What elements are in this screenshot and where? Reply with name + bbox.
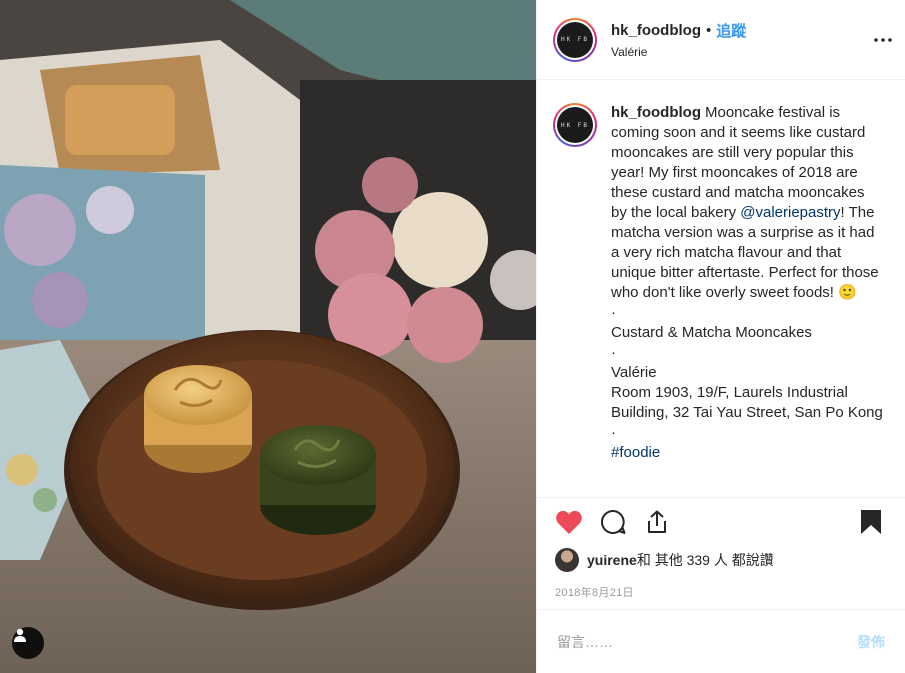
author-avatar[interactable]: HK FB	[553, 17, 597, 62]
user-tag-icon	[14, 628, 26, 642]
caption-line: ·	[611, 344, 616, 361]
post-photo[interactable]	[0, 0, 536, 673]
more-options-icon	[874, 38, 892, 42]
likes-summary[interactable]: yuirene 和 其他 339 人 都說讚	[555, 548, 774, 572]
caption-author-avatar-image: HK FB	[557, 107, 593, 143]
caption-username[interactable]: hk_foodblog	[611, 104, 701, 121]
share-icon	[648, 510, 666, 533]
bookmark-icon	[861, 509, 881, 534]
post-comment-button[interactable]: 發佈	[857, 632, 885, 652]
comment-box: 發佈	[537, 609, 905, 673]
like-button[interactable]	[553, 506, 585, 538]
post-side-panel: HK FB hk_foodblog • 追蹤 Valérie HK FB hk_…	[536, 0, 905, 673]
author-avatar-image: HK FB	[557, 21, 593, 58]
caption-line: Room 1903, 19/F, Laurels Industrial Buil…	[611, 384, 883, 421]
caption-text: hk_foodblog Mooncake festival is coming s…	[611, 103, 883, 496]
caption-line: ·	[611, 424, 616, 441]
caption-line: Custard & Matcha Mooncakes	[611, 324, 812, 341]
post-date: 2018年8月21日	[555, 587, 634, 599]
follow-button[interactable]: 追蹤	[716, 20, 746, 41]
caption-author-avatar[interactable]: HK FB	[553, 103, 597, 147]
caption-scroll-area[interactable]: HK FB hk_foodblog Mooncake festival is co…	[537, 81, 905, 496]
separator-dot: •	[706, 22, 712, 39]
author-username[interactable]: hk_foodblog	[611, 22, 701, 39]
user-tag-button[interactable]	[12, 627, 44, 659]
share-button[interactable]	[641, 506, 673, 538]
comment-icon	[601, 509, 626, 534]
caption-hashtag[interactable]: #foodie	[611, 443, 883, 463]
likes-count-text: 和 其他 339 人 都說讚	[636, 552, 774, 568]
mooncake-photo-illustration	[0, 0, 536, 673]
comment-input[interactable]	[557, 633, 857, 650]
header-text: hk_foodblog • 追蹤 Valérie	[611, 20, 746, 59]
comment-button[interactable]	[597, 506, 629, 538]
post-actions	[537, 497, 905, 545]
liker-username[interactable]: yuirene	[587, 552, 637, 568]
save-button[interactable]	[855, 506, 887, 538]
caption-line: Valérie	[611, 364, 657, 381]
caption-line: ·	[611, 304, 616, 321]
post-header: HK FB hk_foodblog • 追蹤 Valérie	[537, 0, 905, 80]
more-options-button[interactable]	[873, 30, 893, 50]
caption-mention-link[interactable]: @valeriepastry	[740, 204, 840, 221]
liker-avatar[interactable]	[555, 548, 579, 572]
post-location[interactable]: Valérie	[611, 45, 746, 59]
heart-icon	[556, 510, 582, 534]
